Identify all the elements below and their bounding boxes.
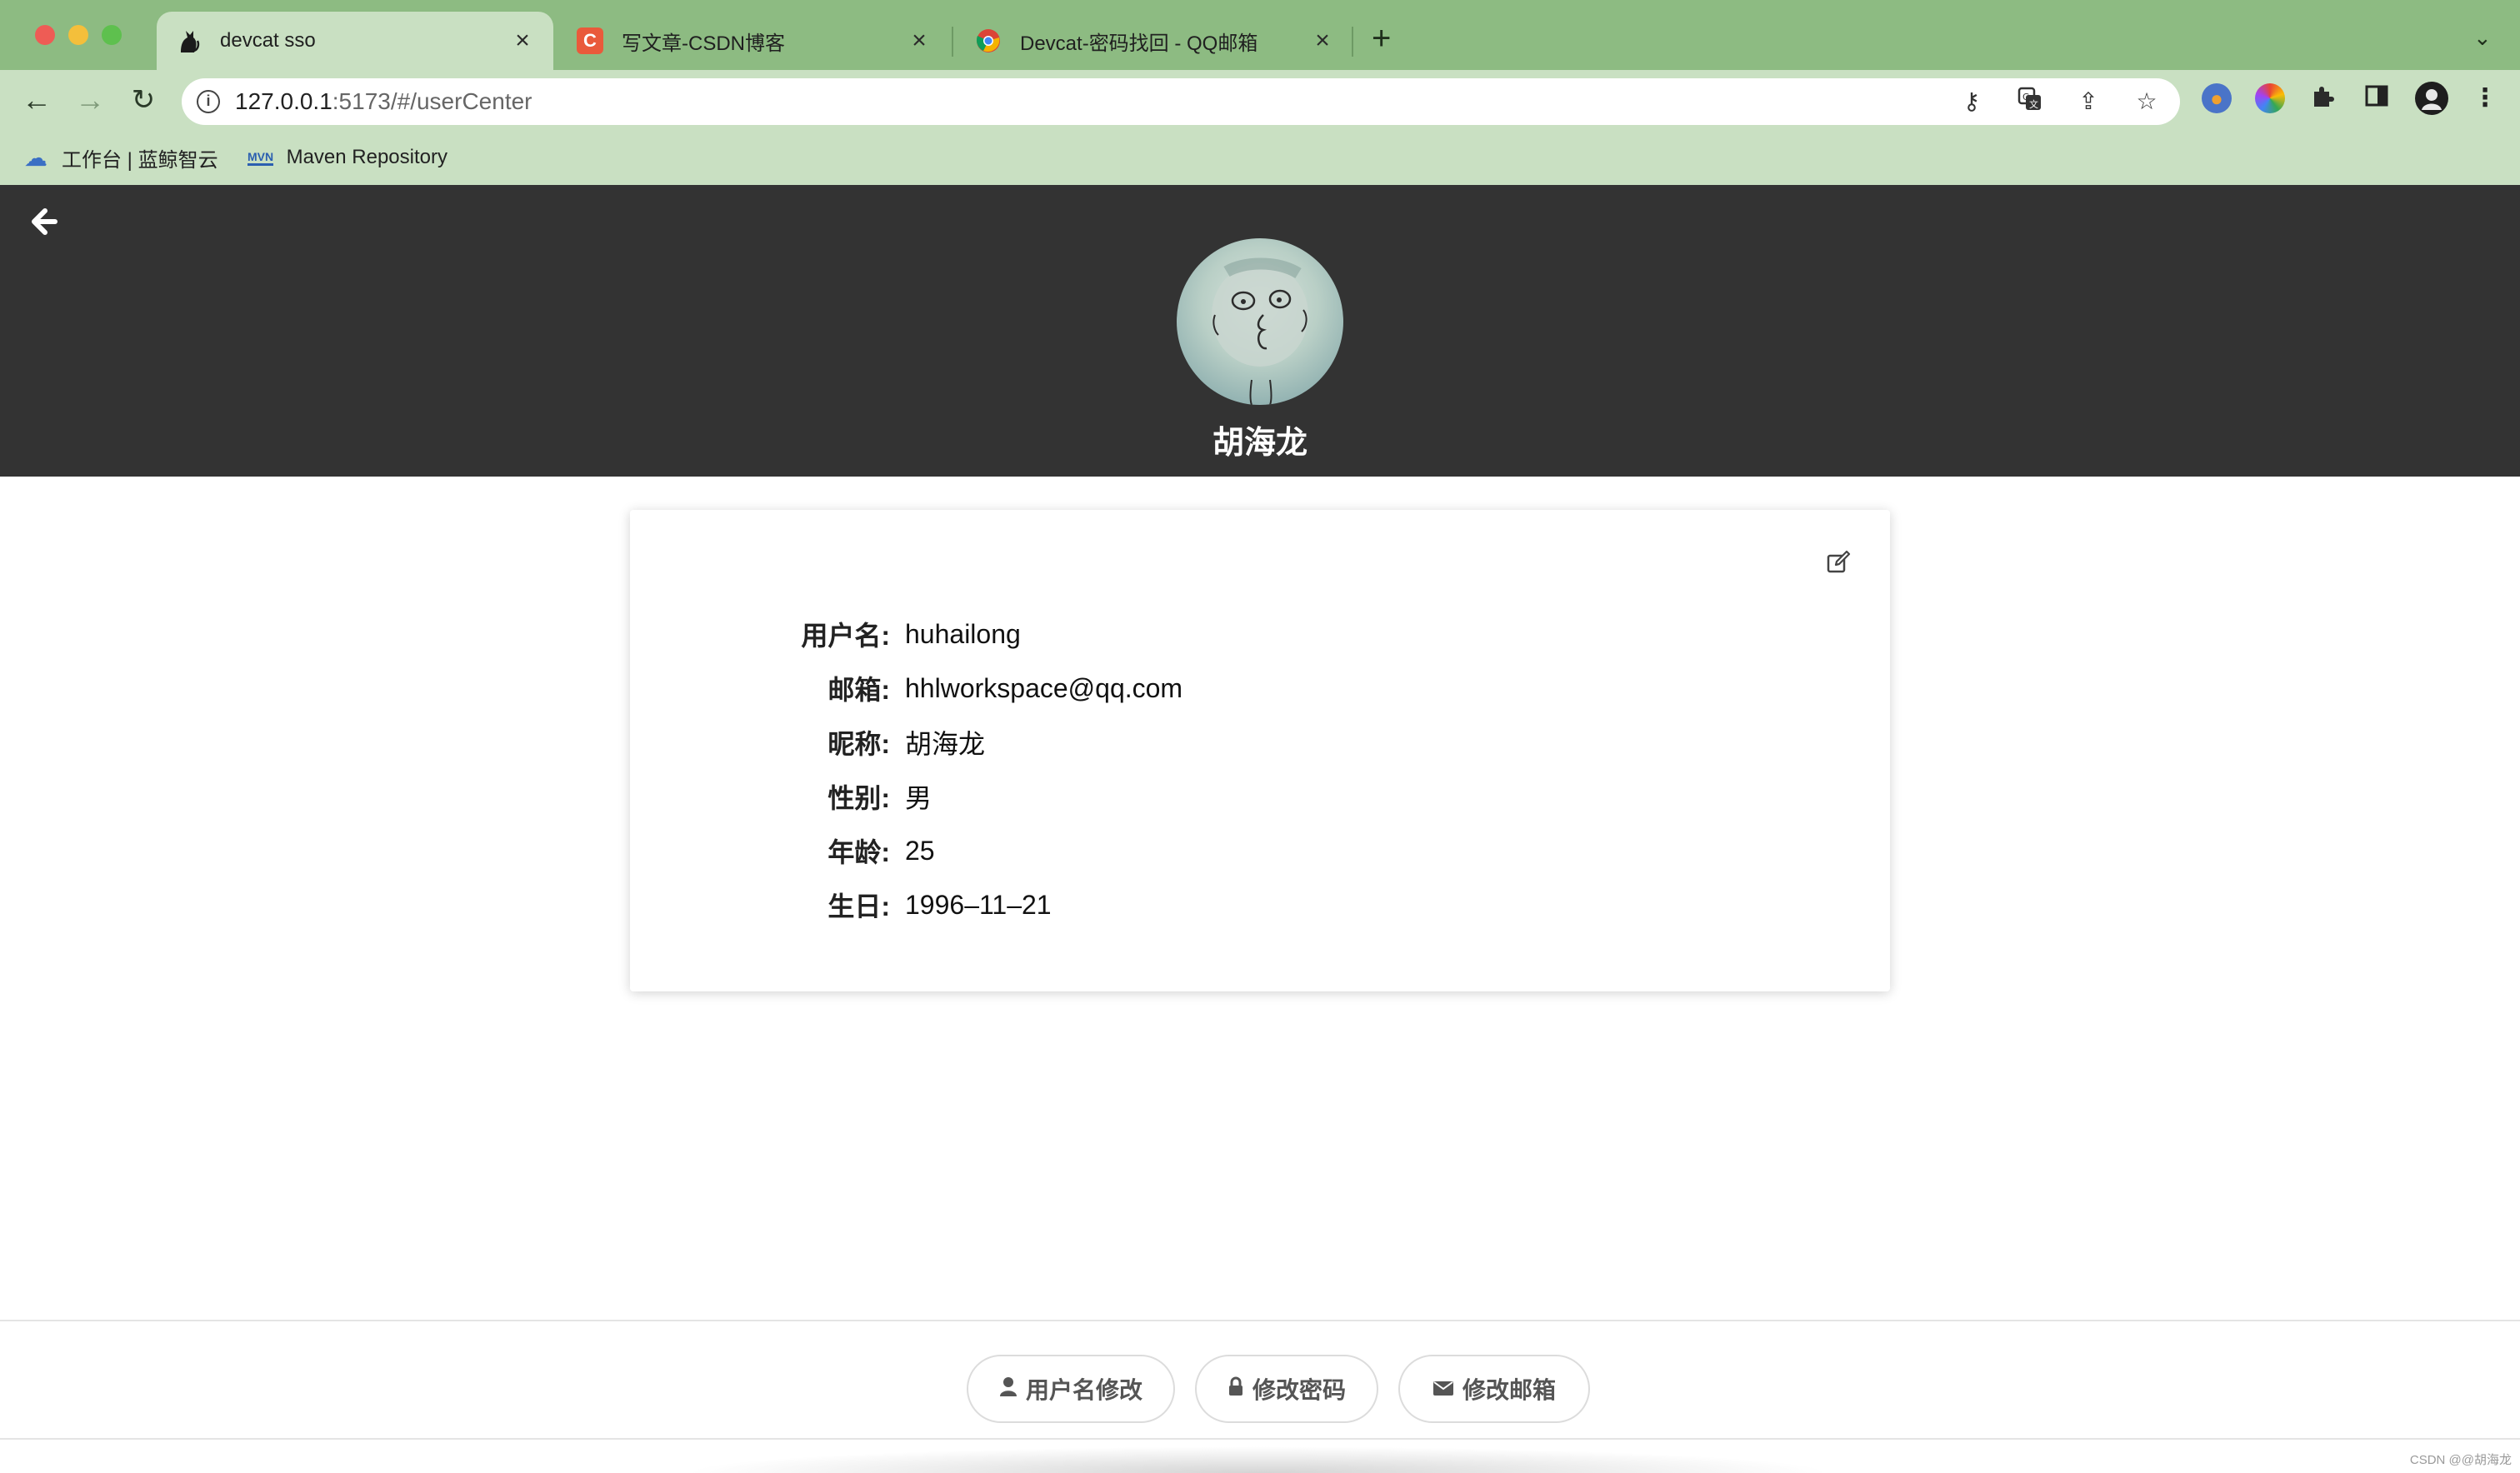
edit-icon[interactable] — [1823, 550, 1853, 580]
info-row-username: 用户名: huhailong — [630, 613, 1890, 655]
bookmark-label: 工作台 | 蓝鲸智云 — [62, 148, 218, 172]
info-row-age: 年龄: 25 — [630, 830, 1890, 871]
button-label: 修改密码 — [1252, 1377, 1346, 1403]
tab-title: 写文章-CSDN博客 — [622, 32, 785, 55]
url-host: 127.0.0.1 — [235, 88, 332, 114]
browser-menu-icon[interactable]: ⋮ — [2470, 83, 2500, 113]
info-row-gender: 性别: 男 — [630, 776, 1890, 817]
bookmark-label: Maven Repository — [286, 146, 448, 168]
tab-csdn[interactable]: C 写文章-CSDN博客 × — [558, 12, 950, 70]
url-text: 127.0.0.1:5173/#/userCenter — [235, 88, 532, 115]
username-label: 用户名: — [801, 621, 890, 651]
omnibox-actions: ⚷ G文 ⇪ ☆ — [1957, 87, 2162, 117]
age-label: 年龄: — [828, 837, 890, 867]
birthday-value: 1996–11–21 — [905, 889, 1052, 920]
email-label: 邮箱: — [828, 675, 890, 705]
bookmark-star-icon[interactable]: ☆ — [2132, 87, 2162, 117]
back-arrow-icon[interactable] — [28, 207, 62, 240]
back-button[interactable]: ← — [20, 83, 53, 117]
extensions-puzzle-icon[interactable] — [2308, 83, 2338, 113]
tab-strip: devcat sso × C 写文章-CSDN博客 × Devcat-密码找回 … — [0, 0, 2520, 70]
nickname-label: 昵称: — [828, 729, 890, 759]
button-label: 用户名修改 — [1025, 1377, 1142, 1403]
tab-separator — [1352, 27, 1353, 57]
age-value: 25 — [905, 835, 935, 866]
lock-icon — [1228, 1376, 1244, 1402]
close-tab-icon[interactable]: × — [907, 27, 932, 55]
envelope-icon — [1432, 1376, 1454, 1402]
email-value: hhlworkspace@qq.com — [905, 672, 1183, 703]
tab-separator — [952, 27, 953, 57]
avatar — [1177, 238, 1343, 405]
close-window-button[interactable] — [35, 25, 55, 45]
forward-button[interactable]: → — [73, 83, 107, 117]
nickname-value: 胡海龙 — [905, 729, 986, 759]
extension-color-picker-icon[interactable] — [2255, 83, 2285, 113]
button-label: 修改邮箱 — [1462, 1377, 1556, 1403]
change-username-button[interactable]: 用户名修改 — [967, 1355, 1175, 1423]
profile-header: 胡海龙 — [0, 185, 2520, 477]
minimize-window-button[interactable] — [68, 25, 88, 45]
share-icon[interactable]: ⇪ — [2073, 87, 2103, 117]
extension-firefox-icon[interactable]: ● — [2202, 83, 2232, 113]
chrome-icon — [975, 27, 1002, 54]
csdn-icon: C — [577, 27, 603, 54]
username-value: huhailong — [905, 618, 1021, 649]
mvn-icon: MVN — [247, 147, 275, 168]
watermark: CSDN @@胡海龙 — [2409, 1453, 2512, 1467]
site-info-icon[interactable]: i — [197, 90, 220, 113]
gender-value: 男 — [905, 783, 932, 813]
cloud-icon: ☁ — [24, 144, 48, 171]
svg-text:文: 文 — [2029, 98, 2038, 110]
user-icon — [999, 1376, 1018, 1402]
info-row-nickname: 昵称: 胡海龙 — [630, 722, 1890, 763]
new-tab-button[interactable]: + — [1372, 22, 1391, 55]
bookmark-maven[interactable]: MVN Maven Repository — [247, 146, 448, 169]
close-tab-icon[interactable]: × — [510, 27, 535, 55]
tab-search-chevron-icon[interactable]: ⌄ — [2473, 25, 2492, 51]
close-tab-icon[interactable]: × — [1310, 27, 1335, 55]
profile-avatar-icon[interactable] — [2415, 82, 2448, 115]
gender-label: 性别: — [828, 783, 890, 813]
cat-icon — [175, 27, 202, 54]
profile-name: 胡海龙 — [1212, 426, 1308, 461]
info-row-email: 邮箱: hhlworkspace@qq.com — [630, 667, 1890, 709]
tab-title: Devcat-密码找回 - QQ邮箱 — [1020, 32, 1258, 55]
change-email-button[interactable]: 修改邮箱 — [1398, 1355, 1590, 1423]
key-icon[interactable]: ⚷ — [1957, 87, 1987, 117]
tab-devcat-sso[interactable]: devcat sso × — [157, 12, 553, 70]
side-panel-icon[interactable] — [2362, 83, 2392, 113]
footer-actions: 用户名修改 修改密码 修改邮箱 — [0, 1320, 2520, 1440]
address-bar[interactable]: i 127.0.0.1:5173/#/userCenter ⚷ G文 ⇪ ☆ — [182, 78, 2180, 125]
bookmark-bluking[interactable]: ☁ 工作台 | 蓝鲸智云 — [22, 143, 218, 172]
bottom-shadow — [683, 1446, 1833, 1473]
tab-qq-mail[interactable]: Devcat-密码找回 - QQ邮箱 × — [957, 12, 1353, 70]
browser-chrome: devcat sso × C 写文章-CSDN博客 × Devcat-密码找回 … — [0, 0, 2520, 185]
navigation-bar: ← → ↻ i 127.0.0.1:5173/#/userCenter ⚷ G文… — [0, 70, 2520, 130]
change-password-button[interactable]: 修改密码 — [1195, 1355, 1378, 1423]
url-path: :5173/#/userCenter — [332, 88, 532, 114]
user-info-card: 用户名: huhailong 邮箱: hhlworkspace@qq.com 昵… — [630, 510, 1890, 991]
bookmarks-bar: ☁ 工作台 | 蓝鲸智云 MVN Maven Repository — [0, 130, 2520, 185]
tab-title: devcat sso — [220, 29, 316, 52]
maximize-window-button[interactable] — [102, 25, 122, 45]
translate-icon[interactable]: G文 — [2015, 87, 2045, 117]
mvn-icon-text: MVN — [248, 150, 274, 166]
info-row-birthday: 生日: 1996–11–21 — [630, 884, 1890, 926]
birthday-label: 生日: — [828, 891, 890, 921]
reload-button[interactable]: ↻ — [127, 83, 160, 117]
